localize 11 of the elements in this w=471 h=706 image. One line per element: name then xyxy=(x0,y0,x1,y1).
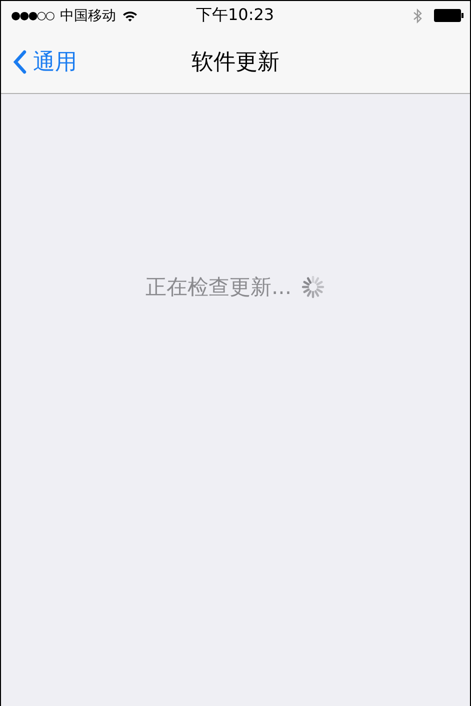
loading-spinner-icon xyxy=(300,274,326,300)
battery-icon xyxy=(434,9,464,22)
back-chevron-icon xyxy=(13,50,27,74)
carrier-name: 中国移动 xyxy=(60,6,116,24)
signal-strength: ●●●○○ xyxy=(11,9,54,22)
back-button[interactable]: 通用 xyxy=(1,46,77,76)
wifi-icon xyxy=(122,10,138,22)
bluetooth-icon xyxy=(413,8,422,24)
status-message: 正在检查更新... xyxy=(145,274,292,301)
page-title: 软件更新 xyxy=(192,48,280,76)
status-time: 下午10:23 xyxy=(196,5,274,26)
